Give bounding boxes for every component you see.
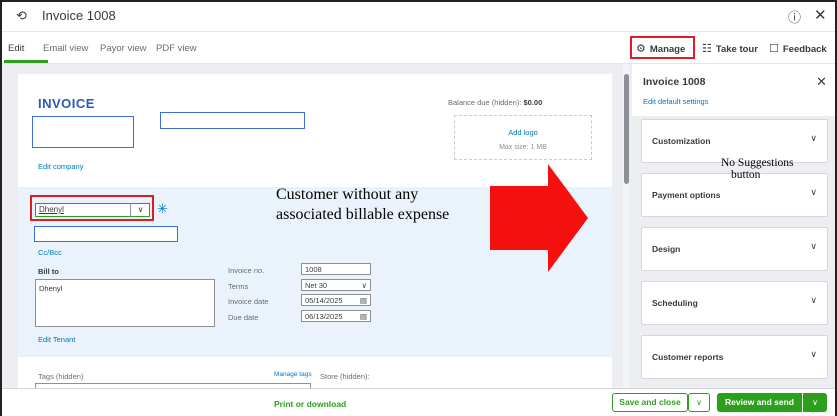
add-logo-link[interactable]: Add logo [454,128,592,137]
panel-label: Customer reports [652,352,724,362]
terms-select[interactable]: Net 30 ∨ [301,279,371,291]
balance-due: Balance due (hidden): $0.00 [448,98,542,107]
manage-button[interactable]: ⚙ Manage [636,42,685,55]
chevron-down-icon[interactable]: ∨ [688,393,710,412]
chevron-down-icon: ∨ [810,241,817,251]
edit-company-link[interactable]: Edit company [38,162,83,171]
window-title: Invoice 1008 [42,8,116,23]
active-tab-indicator [4,60,48,63]
take-tour-label: Take tour [715,44,758,55]
bill-to-address[interactable]: Dhenyl [35,279,215,327]
red-arrow-icon [490,164,588,272]
panel-design[interactable]: Design ∨ [641,227,828,271]
manage-label: Manage [649,44,686,55]
cc-bcc-link[interactable]: Cc/Bcc [38,248,62,257]
annotation-line-1: Customer without any [276,186,419,203]
bill-to-label: Bill to [38,267,59,276]
manage-tags-link[interactable]: Manage tags [274,371,312,378]
close-icon[interactable]: ✕ [814,6,827,24]
due-date-label: Due date [228,313,259,322]
close-icon[interactable]: ✕ [816,74,827,90]
logo-max-size: Max size: 1 MB [499,144,547,151]
tour-icon: ☷ [702,43,712,55]
history-icon[interactable]: ⟲ [16,8,32,24]
calendar-icon: ▤ [359,312,367,321]
invoice-no-field[interactable]: 1008 [301,263,371,275]
feedback-button[interactable]: ☐ Feedback [769,42,827,55]
sidebar-header [632,64,835,116]
chevron-down-icon: ∨ [810,349,817,359]
sparkle-icon[interactable]: ✳ [157,201,168,217]
tags-label: Tags (hidden) [38,372,84,381]
invoice-date-field[interactable]: 05/14/2025 ▤ [301,294,371,306]
logo-dropzone[interactable] [454,115,592,160]
due-date-value: 06/13/2025 [305,312,343,321]
due-date-field[interactable]: 06/13/2025 ▤ [301,310,371,322]
print-download-button[interactable]: Print or download [274,399,346,409]
no-suggestions-line-1: No Suggestions [721,157,794,169]
customer-value: Dhenyl [39,205,64,214]
panel-label: Customization [652,136,711,146]
chevron-down-icon[interactable]: ∨ [803,393,827,412]
edit-default-settings-link[interactable]: Edit default settings [643,97,708,106]
review-send-button[interactable]: Review and send [717,393,802,412]
panel-scheduling[interactable]: Scheduling ∨ [641,281,828,325]
chevron-down-icon: ∨ [361,281,368,290]
sidebar-title: Invoice 1008 [643,76,706,88]
company-address-box[interactable] [32,116,134,148]
invoice-no-label: Invoice no. [228,266,265,275]
feedback-icon: ☐ [769,43,779,55]
chevron-down-icon: ∨ [810,133,817,143]
terms-value: Net 30 [305,281,328,290]
invoice-date-label: Invoice date [228,297,269,306]
invoice-date-value: 05/14/2025 [305,296,343,305]
edit-tenant-link[interactable]: Edit Tenant [38,335,75,344]
feedback-label: Feedback [782,44,827,55]
annotation-line-2: associated billable expense [276,206,450,223]
panel-label: Payment options [652,190,721,200]
invoice-heading: INVOICE [38,96,95,111]
help-icon[interactable]: ⓘ [788,7,801,26]
company-name-field[interactable] [160,112,305,129]
panel-customer-reports[interactable]: Customer reports ∨ [641,335,828,379]
chevron-down-icon: ∨ [810,295,817,305]
balance-value: $0.00 [523,98,543,107]
save-close-button[interactable]: Save and close [612,393,688,412]
no-suggestions-line-2: button [731,169,761,181]
tab-payor-view[interactable]: Payor view [100,43,146,54]
customer-email-field[interactable] [34,226,178,242]
chevron-down-icon: ∨ [810,187,817,197]
panel-label: Design [652,244,681,254]
balance-label: Balance due (hidden): [448,98,522,107]
tab-edit[interactable]: Edit [8,43,24,54]
tab-email-view[interactable]: Email view [43,43,88,54]
no-suggestions-annotation: No Suggestions button [721,157,794,181]
chevron-down-icon[interactable]: ∨ [130,203,150,217]
terms-label: Terms [228,282,249,291]
gear-icon: ⚙ [636,43,646,55]
footer-bar [2,388,835,416]
bill-to-value: Dhenyl [39,284,63,293]
title-bar [2,2,835,32]
panel-label: Scheduling [652,298,698,308]
tab-pdf-view[interactable]: PDF view [156,43,197,54]
calendar-icon: ▤ [359,296,367,305]
store-label: Store (hidden): [320,372,370,381]
take-tour-button[interactable]: ☷ Take tour [702,42,758,55]
